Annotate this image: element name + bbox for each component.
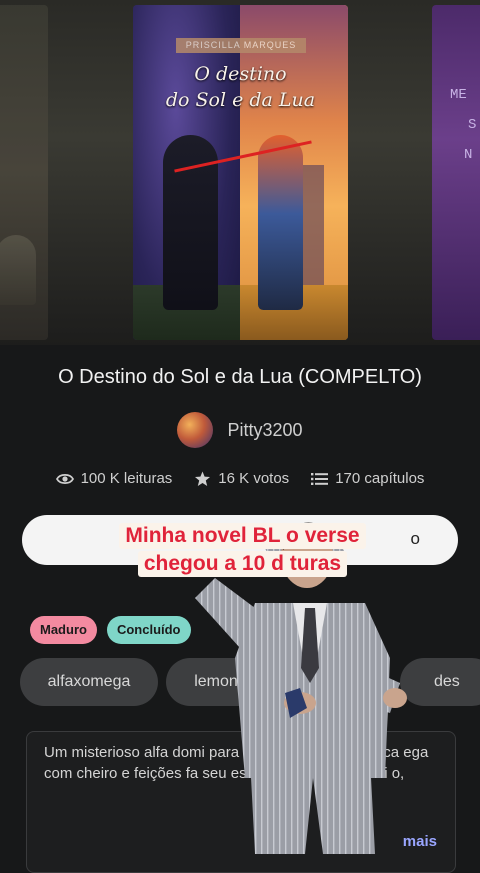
- list-icon: [311, 472, 329, 485]
- cover-letters: ME: [450, 87, 467, 103]
- story-stats: 100 K leituras 16 K votos 170 capítulos: [0, 470, 480, 487]
- caption-line: chegou a 10 d turas: [137, 551, 348, 577]
- next-story-cover[interactable]: ME S N: [432, 5, 480, 340]
- story-cover[interactable]: PRISCILLA MARQUES O destino do Sol e da …: [133, 5, 348, 340]
- tag-chip[interactable]: alfaxomega: [20, 658, 158, 706]
- author-row[interactable]: Pitty3200: [0, 409, 480, 451]
- votes-count: 16 K votos: [218, 470, 290, 487]
- reads-count: 100 K leituras: [80, 470, 173, 487]
- chapters-stat: 170 capítulos: [311, 470, 424, 487]
- mature-badge: Maduro: [30, 616, 97, 644]
- story-badges: Maduro Concluído: [30, 616, 191, 644]
- cover-title-line: O destino: [194, 63, 287, 85]
- cover-letters: N: [464, 147, 473, 163]
- author-name[interactable]: Pitty3200: [227, 420, 302, 441]
- reads-stat: 100 K leituras: [55, 470, 173, 487]
- caption-line: Minha novel BL o verse: [119, 523, 366, 549]
- cover-carousel[interactable]: PRISCILLA MARQUES O destino do Sol e da …: [0, 0, 480, 345]
- story-title: O Destino do Sol e da Lua (COMPELTO): [58, 366, 422, 388]
- completed-badge: Concluído: [106, 616, 191, 644]
- video-caption: Minha novel BL o verse chegou a 10 d tur…: [70, 522, 415, 578]
- eye-icon: [55, 473, 74, 484]
- votes-stat: 16 K votos: [194, 470, 289, 487]
- cover-title-line: do Sol e da Lua: [165, 89, 316, 111]
- cover-author-band: PRISCILLA MARQUES: [176, 38, 306, 53]
- cover-character-redhead: [258, 135, 303, 310]
- star-icon: [195, 471, 211, 486]
- previous-story-cover[interactable]: [0, 5, 48, 340]
- chapters-count: 170 capítulos: [335, 470, 425, 487]
- avatar[interactable]: [177, 412, 214, 448]
- cover-letters: S: [468, 117, 477, 133]
